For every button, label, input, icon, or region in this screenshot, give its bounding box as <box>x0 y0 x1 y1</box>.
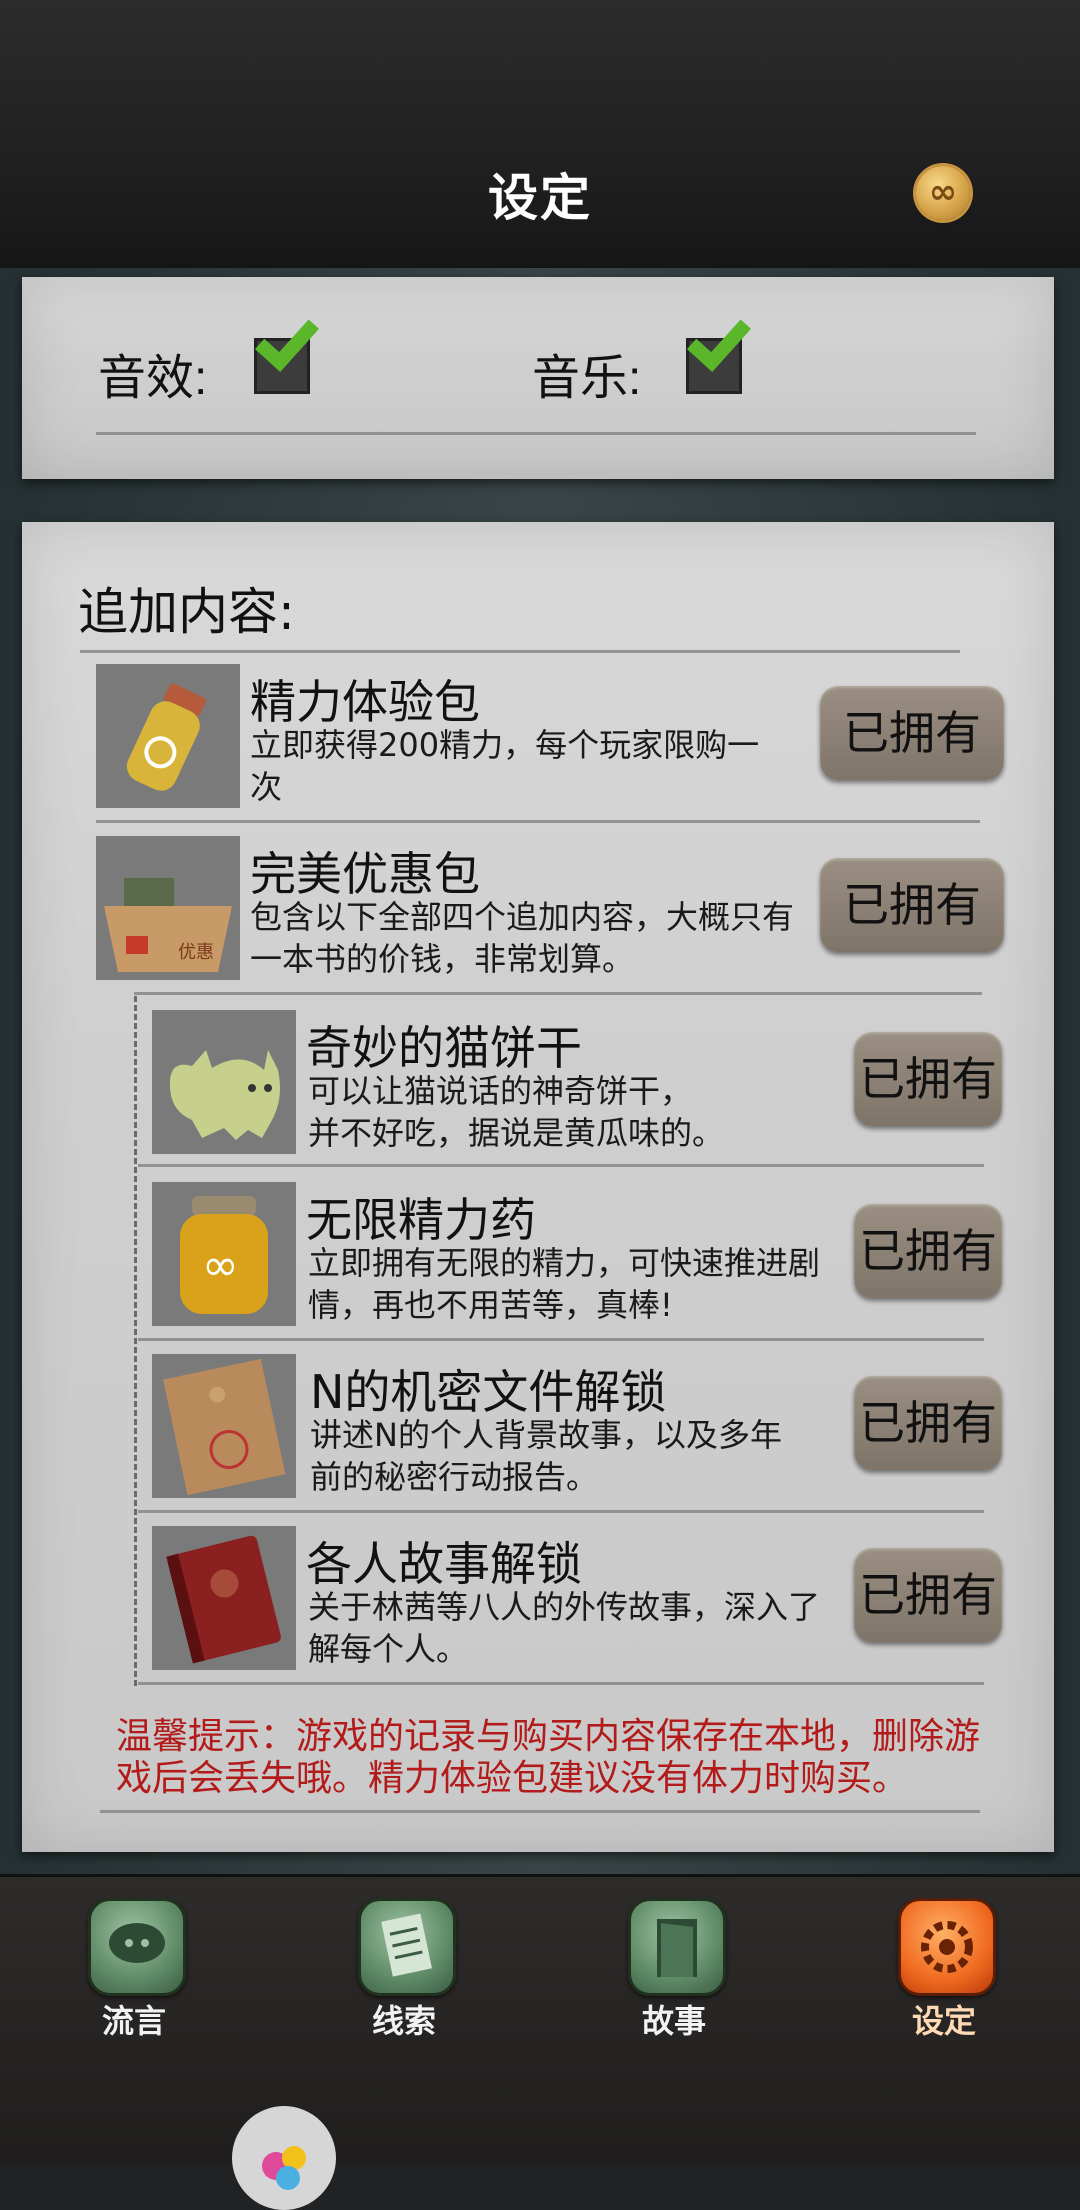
item-title: 精力体验包 <box>250 675 480 729</box>
notes-icon <box>358 1898 456 1996</box>
owned-button[interactable]: 已拥有 <box>854 1204 1002 1298</box>
item-title: N的机密文件解锁 <box>310 1365 667 1419</box>
header-bar: 设定 <box>0 0 1080 268</box>
divider <box>80 650 960 653</box>
tab-story[interactable]: 故事 <box>616 1898 736 2040</box>
envelope-icon <box>152 1354 296 1498</box>
bundle-tree-line <box>134 996 137 1686</box>
tab-label: 设定 <box>911 2002 976 2040</box>
item-description: 立即拥有无限的精力，可快速推进剧情，再也不用苦等，真棒! <box>308 1244 821 1324</box>
svg-text:∞: ∞ <box>202 1240 239 1291</box>
music-label: 音乐: <box>532 352 642 405</box>
owned-button[interactable]: 已拥有 <box>854 1032 1002 1126</box>
item-description: 讲述N的个人背景故事，以及多年前的秘密行动报告。 <box>310 1416 782 1496</box>
warm-tip: 温馨提示：游戏的记录与购买内容保存在本地，删除游戏后会丢失哦。精力体验包建议没有… <box>116 1716 981 1799</box>
sound-label: 音效: <box>98 352 208 405</box>
divider <box>138 1682 984 1685</box>
section-title: 追加内容: <box>78 583 295 641</box>
owned-button[interactable]: 已拥有 <box>854 1548 1002 1642</box>
tab-label: 线索 <box>371 2002 436 2040</box>
item-title: 奇妙的猫饼干 <box>306 1021 582 1075</box>
divider <box>138 1510 984 1513</box>
tab-label: 故事 <box>641 2002 706 2040</box>
item-title: 无限精力药 <box>306 1193 536 1247</box>
red-book-icon <box>152 1526 296 1670</box>
divider <box>100 1810 980 1813</box>
divider <box>134 992 982 995</box>
divider <box>138 1164 984 1167</box>
item-description: 立即获得200精力，每个玩家限购一次 <box>250 726 760 806</box>
svg-text:优惠: 优惠 <box>178 942 214 963</box>
tab-rumors[interactable]: 流言 <box>76 1898 196 2040</box>
potion-bottle-icon <box>96 664 240 808</box>
item-description-line: 并不好吃，据说是黄瓜味的。 <box>308 1114 725 1152</box>
item-description: 包含以下全部四个追加内容，大概只有一本书的价钱，非常划算。 <box>250 898 795 978</box>
speech-bubble-icon <box>88 1898 186 1996</box>
item-description-line: 可以让猫说话的神奇饼干， <box>308 1072 693 1110</box>
cat-cookie-icon <box>152 1010 296 1154</box>
infinity-jar-icon: ∞ <box>152 1182 296 1326</box>
tab-clues[interactable]: 线索 <box>346 1898 466 2040</box>
floating-assistant-ball[interactable] <box>232 2106 336 2210</box>
gear-icon <box>898 1898 996 1996</box>
item-title: 完美优惠包 <box>250 847 480 901</box>
infinity-coin-icon[interactable] <box>916 166 970 220</box>
gift-box-icon: 优惠 <box>96 836 240 980</box>
owned-button[interactable]: 已拥有 <box>854 1376 1002 1470</box>
item-description: 关于林茜等八人的外传故事，深入了解每个人。 <box>308 1588 821 1668</box>
item-description: 可以让猫说话的神奇饼干， 并不好吃，据说是黄瓜味的。 <box>308 1070 808 1154</box>
divider <box>96 432 976 435</box>
tab-label: 流言 <box>101 2002 166 2040</box>
owned-button[interactable]: 已拥有 <box>820 858 1004 952</box>
door-icon <box>628 1898 726 1996</box>
divider <box>138 1338 984 1341</box>
item-title: 各人故事解锁 <box>306 1537 582 1591</box>
divider <box>96 820 980 823</box>
owned-button[interactable]: 已拥有 <box>820 686 1004 780</box>
tab-settings[interactable]: 设定 <box>886 1898 1006 2040</box>
